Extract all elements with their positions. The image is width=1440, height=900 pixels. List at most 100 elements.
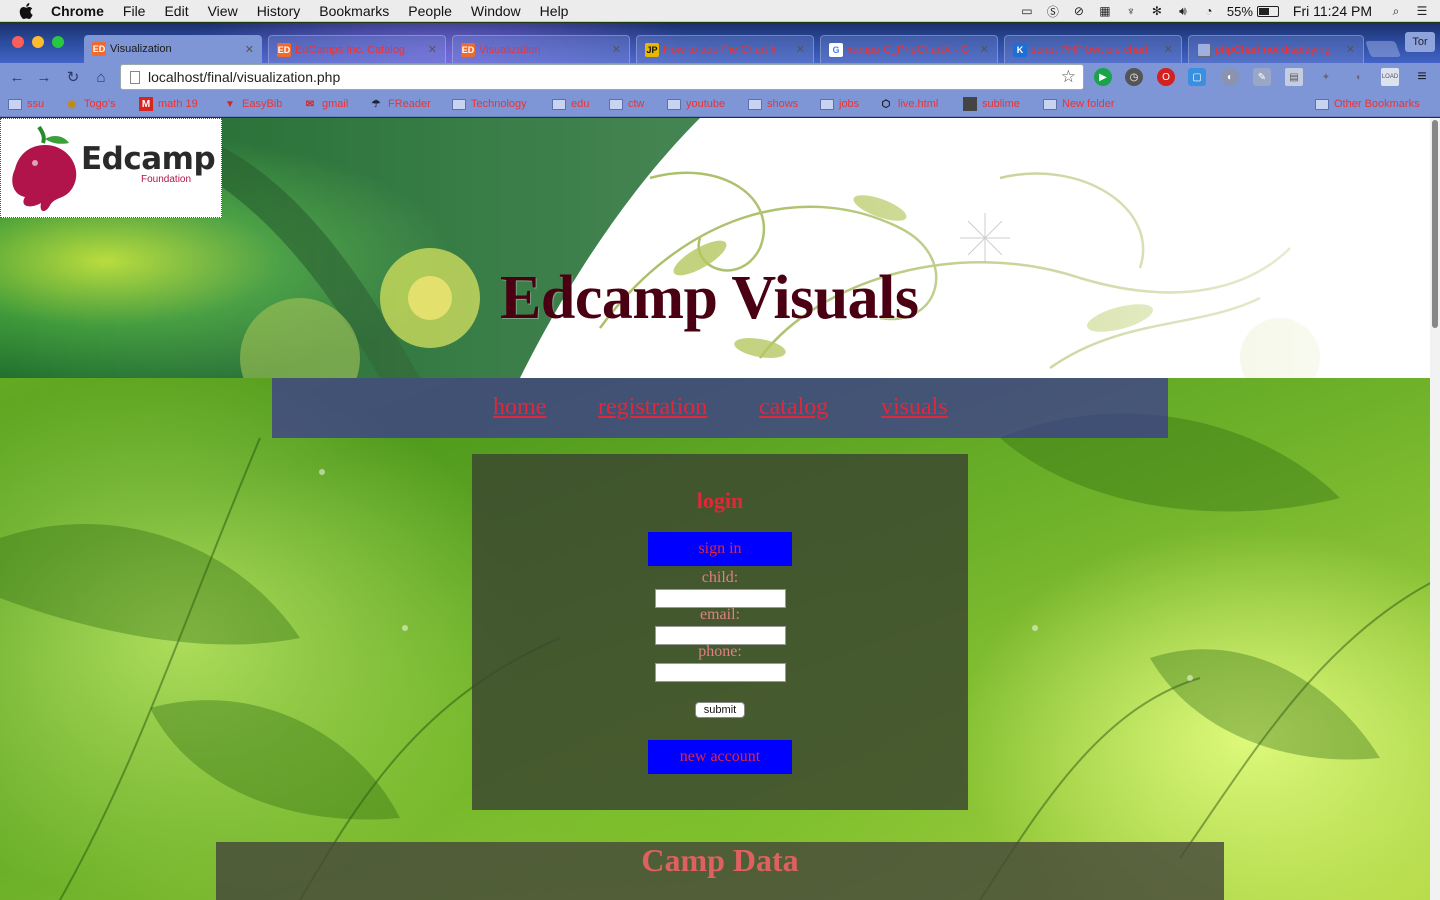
page-scrollbar[interactable] [1430,118,1440,900]
freader-icon: ☂ [371,98,381,110]
nav-link-visuals[interactable]: visuals [881,394,948,421]
chrome-menu-icon[interactable]: ≡ [1413,68,1431,86]
tab-label: Visualization [479,43,541,56]
folder-icon [8,98,22,110]
close-icon[interactable]: ✕ [796,43,805,56]
circle-slash-icon[interactable]: ⊘ [1071,4,1087,18]
window-minimize-button[interactable] [32,36,44,48]
bookmark-ssu[interactable]: ssu [8,96,44,112]
home-icon[interactable]: ⌂ [91,67,111,87]
shield-s-icon[interactable]: Ⓢ [1045,4,1061,19]
nav-link-home[interactable]: home [493,394,546,421]
window-zoom-button[interactable] [52,36,64,48]
phone-label: phone: [698,643,742,660]
google-icon: G [829,42,843,57]
bookmark-togos[interactable]: ◉ Togo's [65,96,116,112]
nav-link-catalog[interactable]: catalog [759,394,828,421]
menu-help[interactable]: Help [540,3,569,19]
address-url[interactable]: localhost/final/visualization.php [148,69,1061,85]
menu-chrome[interactable]: Chrome [51,3,104,19]
bookmark-new-folder[interactable]: New folder [1043,96,1115,112]
bookmark-other-bookmarks[interactable]: Other Bookmarks [1315,96,1420,112]
profile-button[interactable]: Tor [1405,32,1435,52]
extension-load-all-icon[interactable]: LOAD [1381,68,1399,86]
extension-green-icon[interactable]: ▶ [1094,68,1112,86]
menu-window[interactable]: Window [471,3,521,19]
spotlight-search-icon[interactable]: ⌕ [1388,4,1404,18]
clock[interactable]: Fri 11:24 PM [1293,3,1372,19]
edcamp-logo[interactable]: Edcamp Foundation [0,118,222,218]
tab-pie-chart-howto[interactable]: JP How to add Pie Chart fr ✕ [636,35,814,63]
menu-bookmarks[interactable]: Bookmarks [319,3,389,19]
close-icon[interactable]: ✕ [1164,43,1173,56]
nav-link-registration[interactable]: registration [598,394,707,421]
new-account-button[interactable]: new account [648,740,792,774]
airplay-icon[interactable]: ▭ [1019,4,1035,18]
tab-phpchart[interactable]: phpChart not displaying ✕ [1188,35,1364,63]
extension-wrench-icon[interactable]: ✦ [1317,68,1335,86]
window-close-button[interactable] [12,36,24,48]
tab-strip: ED Visualization ✕ ED EdCamps Inc. Catal… [0,23,1440,63]
bookmark-jobs[interactable]: jobs [820,96,859,112]
bookmark-math19[interactable]: Mmath 19 [139,96,198,112]
back-arrow-icon[interactable]: ← [7,67,27,87]
bluetooth-icon[interactable]: ✻ [1149,4,1165,18]
bookmark-shows[interactable]: shows [748,96,798,112]
close-icon[interactable]: ✕ [980,43,989,56]
tab-google-search[interactable]: G xampp C_PhpChartX - G ✕ [820,35,998,63]
tab-script-php[interactable]: K script PHP bwt pie chart ✕ [1004,35,1182,63]
extension-clock-icon[interactable]: ◷ [1125,68,1143,86]
sublime-icon [963,97,977,111]
camp-data-panel: Camp Data [216,842,1224,900]
menu-view[interactable]: View [208,3,238,19]
close-icon[interactable]: ✕ [245,43,254,56]
page-info-icon[interactable] [130,70,140,84]
bookmark-star-icon[interactable]: ☆ [1061,67,1076,87]
extension-sound-icon[interactable]: ◖ [1349,68,1367,86]
wine-glass-icon[interactable]: ♆ [1123,4,1139,18]
scrollbar-thumb[interactable] [1432,120,1438,328]
extension-opera-icon[interactable]: O [1157,68,1175,86]
bookmark-youtube[interactable]: youtube [667,96,725,112]
bookmark-technology[interactable]: Technology [452,96,527,112]
address-bar[interactable]: localhost/final/visualization.php ☆ [120,64,1084,90]
battery-icon[interactable] [1256,5,1279,17]
close-icon[interactable]: ✕ [1346,43,1355,56]
bookmark-freader[interactable]: ☂ FReader [369,96,431,112]
menu-history[interactable]: History [257,3,301,19]
extension-gray-icon[interactable]: ◐ [1221,68,1239,86]
reload-icon[interactable]: ↻ [63,67,83,87]
apple-icon[interactable] [17,1,37,21]
forward-arrow-icon[interactable]: → [34,67,54,87]
menu-people[interactable]: People [408,3,452,19]
volume-icon[interactable]: 🔊︎ [1175,4,1191,18]
wifi-icon[interactable]: ◔ [1201,4,1217,18]
close-icon[interactable]: ✕ [428,43,437,56]
k-icon: K [1013,42,1027,57]
phone-input[interactable] [655,663,786,682]
window-grid-icon[interactable]: ▦ [1097,4,1113,18]
tab-visualization-active[interactable]: ED Visualization ✕ [84,35,262,63]
bookmark-edu[interactable]: edu [552,96,589,112]
login-panel: login sign in child: email: phone: submi… [472,454,968,810]
notification-center-icon[interactable]: ☰ [1414,4,1430,18]
new-tab-button[interactable] [1365,41,1401,57]
bookmark-live-html[interactable]: ⬡ live.html [879,96,939,112]
bookmark-gmail[interactable]: ✉ gmail [303,96,349,112]
logo-subtitle: Foundation [141,174,192,185]
bookmark-sublime[interactable]: sublime [963,96,1020,112]
sign-in-button[interactable]: sign in [648,532,792,566]
close-icon[interactable]: ✕ [612,43,621,56]
extension-php-icon[interactable]: ▤ [1285,68,1303,86]
bookmark-label: sublime [982,98,1020,110]
bookmark-label: ssu [27,98,45,110]
tab-catalog[interactable]: ED EdCamps Inc. Catalog ✕ [268,35,446,63]
menu-edit[interactable]: Edit [164,3,188,19]
extension-pen-icon[interactable]: ✎ [1253,68,1271,86]
tab-visualization[interactable]: ED Visualization ✕ [452,35,630,63]
extension-screen-icon[interactable]: ▢ [1188,68,1206,86]
bookmark-ctw[interactable]: ctw [609,96,645,112]
menu-file[interactable]: File [123,3,146,19]
submit-button[interactable]: submit [695,702,745,718]
bookmark-easybib[interactable]: ▼ EasyBib [223,96,282,112]
